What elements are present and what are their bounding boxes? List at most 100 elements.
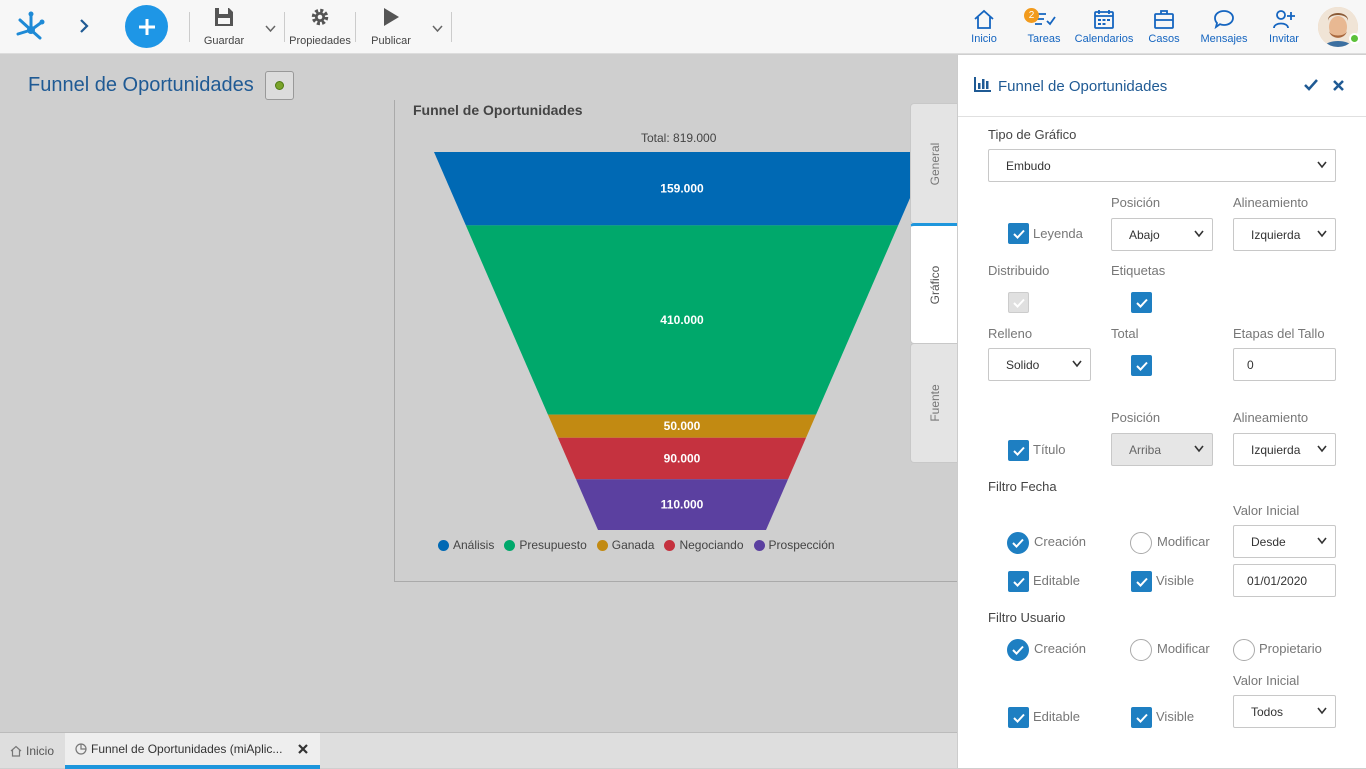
workspace: Funnel de Oportunidades Funnel de Oportu… (0, 55, 959, 732)
chevron-down-icon (1194, 230, 1204, 238)
app-logo-icon[interactable] (14, 10, 48, 47)
legend-position-label: Posición (1111, 195, 1161, 210)
check-icon (1012, 645, 1024, 655)
chart-doc-icon (75, 743, 87, 755)
tab-grafico[interactable]: Gráfico (910, 223, 958, 344)
check-icon (1135, 298, 1148, 308)
title-checkbox[interactable] (1008, 440, 1029, 461)
expand-chevron-icon[interactable] (78, 18, 90, 39)
tab-grafico-label: Gráfico (927, 265, 942, 304)
user-creation-label: Creación (1034, 641, 1087, 656)
tab-fuente-label: Fuente (927, 384, 942, 422)
properties-panel: Funnel de Oportunidades Tipo de Gráfico … (957, 55, 1366, 768)
nav-home-label: Inicio (971, 33, 997, 45)
labels-checkbox[interactable] (1131, 292, 1152, 313)
legend-item-2[interactable]: Ganada (596, 538, 655, 552)
user-editable-label: Editable (1033, 709, 1080, 724)
total-checkbox[interactable] (1131, 355, 1152, 376)
save-dropdown-chevron-icon[interactable] (265, 20, 276, 38)
user-filter-heading: Filtro Usuario (988, 610, 1066, 625)
bottom-tab-close-button[interactable] (298, 733, 308, 765)
properties-label: Propiedades (289, 35, 351, 47)
date-creation-radio[interactable] (1007, 532, 1029, 554)
date-initial-select-value: Desde (1251, 534, 1286, 549)
chevron-down-icon (1317, 537, 1327, 545)
legend-position-value: Abajo (1129, 227, 1160, 242)
legend-position-select[interactable]: Abajo (1111, 218, 1213, 251)
properties-title: Funnel de Oportunidades (998, 78, 1168, 95)
legend-label: Ganada (611, 538, 655, 552)
nav-invite-label: Invitar (1269, 33, 1299, 45)
tab-fuente[interactable]: Fuente (910, 343, 958, 463)
chat-icon (1214, 10, 1234, 30)
user-creation-radio[interactable] (1007, 639, 1029, 661)
status-toggle-button[interactable] (264, 71, 294, 100)
nav-cases[interactable]: Casos (1148, 8, 1180, 45)
legend-alignment-select[interactable]: Izquierda (1233, 218, 1336, 251)
user-owner-label: Propietario (1259, 641, 1322, 656)
toolbar-divider (284, 12, 285, 42)
title-alignment-label: Alineamiento (1233, 410, 1309, 425)
check-icon (1135, 713, 1148, 723)
save-button[interactable]: Guardar (201, 6, 247, 50)
nav-cases-label: Casos (1148, 33, 1180, 45)
properties-header: Funnel de Oportunidades (958, 55, 1366, 117)
legend-item-4[interactable]: Prospección (753, 538, 835, 552)
chart-legend: Análisis Presupuesto Ganada Negociando Prosp… (438, 538, 845, 552)
chart-type-select[interactable]: Embudo (988, 149, 1336, 182)
nav-home[interactable]: Inicio (968, 8, 1000, 45)
chevron-down-icon (1317, 161, 1327, 169)
user-modify-radio[interactable] (1130, 639, 1152, 661)
user-initial-select-value: Todos (1251, 704, 1284, 719)
total-label: Total (1111, 326, 1139, 341)
legend-item-0[interactable]: Análisis (438, 538, 494, 552)
briefcase-icon (1154, 10, 1174, 29)
legend-item-3[interactable]: Negociando (664, 538, 744, 552)
date-modify-radio[interactable] (1130, 532, 1152, 554)
title-alignment-select[interactable]: Izquierda (1233, 433, 1336, 466)
bar-chart-icon (974, 77, 991, 92)
bottom-tab-bar: Inicio Funnel de Oportunidades (miAplic.… (0, 732, 957, 769)
fill-select[interactable]: Solido (988, 348, 1091, 381)
user-modify-label: Modificar (1157, 641, 1210, 656)
stem-stages-input[interactable]: 0 (1233, 348, 1336, 381)
user-initial-select[interactable]: Todos (1233, 695, 1336, 728)
publish-button[interactable]: Publicar (368, 6, 414, 50)
funnel-value-label-4: 110.000 (661, 498, 704, 512)
publish-dropdown-chevron-icon[interactable] (432, 20, 443, 38)
invite-user-icon (1273, 10, 1295, 29)
bottom-tab-home[interactable]: Inicio (10, 733, 54, 769)
user-editable-checkbox[interactable] (1008, 707, 1029, 728)
check-icon (1135, 577, 1148, 587)
date-modify-label: Modificar (1157, 534, 1210, 549)
nav-calendars[interactable]: Calendarios (1074, 8, 1134, 45)
chevron-down-icon (1317, 230, 1327, 238)
home-icon (974, 9, 994, 29)
date-visible-checkbox[interactable] (1131, 571, 1152, 592)
legend-dot (664, 539, 676, 551)
legend-label: Negociando (679, 538, 744, 552)
tab-general[interactable]: General (910, 103, 958, 224)
legend-item-1[interactable]: Presupuesto (504, 538, 587, 552)
date-value-input[interactable]: 01/01/2020 (1233, 564, 1336, 597)
confirm-check-icon[interactable] (1304, 79, 1318, 91)
distributed-checkbox[interactable] (1008, 292, 1029, 313)
page-title: Funnel de Oportunidades (28, 74, 254, 96)
save-label: Guardar (203, 35, 245, 47)
title-position-select[interactable]: Arriba (1111, 433, 1213, 466)
add-button[interactable] (125, 5, 168, 48)
nav-invite[interactable]: Invitar (1267, 8, 1301, 45)
properties-button[interactable]: Propiedades (287, 6, 353, 50)
date-editable-label: Editable (1033, 573, 1080, 588)
date-creation-label: Creación (1034, 534, 1087, 549)
legend-label: Prospección (768, 538, 835, 552)
date-initial-select[interactable]: Desde (1233, 525, 1336, 558)
bottom-tab-document[interactable]: Funnel de Oportunidades (miAplic... (75, 733, 282, 765)
date-editable-checkbox[interactable] (1008, 571, 1029, 592)
legend-checkbox[interactable] (1008, 223, 1029, 244)
user-visible-checkbox[interactable] (1131, 707, 1152, 728)
user-owner-radio[interactable] (1233, 639, 1255, 661)
nav-messages[interactable]: Mensajes (1199, 8, 1249, 45)
chevron-down-icon (1194, 445, 1204, 453)
close-icon[interactable] (1333, 80, 1344, 91)
